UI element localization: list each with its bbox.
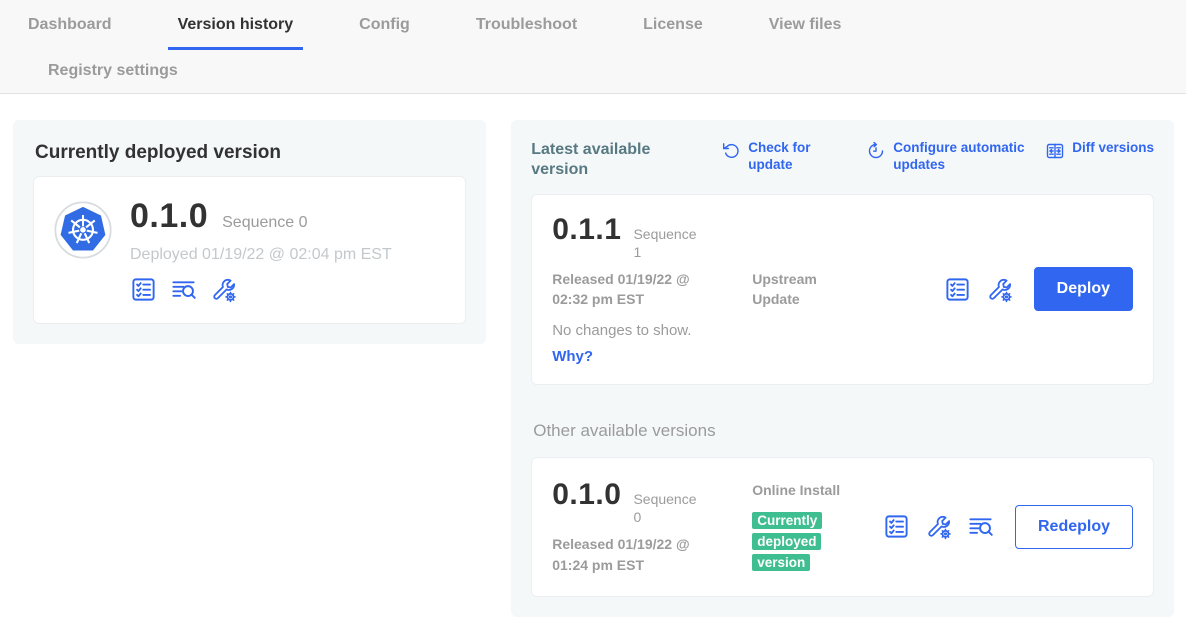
latest-version-number: 0.1.1 bbox=[552, 213, 621, 247]
diff-versions-link[interactable]: Diff versions bbox=[1045, 140, 1154, 161]
tab-view-files[interactable]: View files bbox=[759, 16, 852, 50]
why-link[interactable]: Why? bbox=[552, 348, 593, 365]
currently-deployed-badge: Currently deployed version bbox=[752, 512, 822, 571]
latest-version-info: 0.1.1 Sequence 1 Released 01/19/22 @ 02:… bbox=[552, 213, 752, 366]
latest-released-timestamp: Released 01/19/22 @ 02:32 pm EST bbox=[552, 269, 724, 310]
diff-columns-icon bbox=[1045, 141, 1065, 161]
view-files-search-icon[interactable] bbox=[170, 276, 197, 303]
edit-config-wrench-icon[interactable] bbox=[925, 513, 952, 540]
preflight-checklist-icon[interactable] bbox=[883, 513, 910, 540]
deployed-timestamp: Deployed 01/19/22 @ 02:04 pm EST bbox=[130, 246, 392, 264]
content-area: Currently deployed version 0.1.0 Sequenc… bbox=[0, 94, 1186, 617]
latest-sequence-label: Sequence 1 bbox=[633, 226, 705, 261]
nav-row-2: Registry settings bbox=[18, 50, 1186, 93]
currently-deployed-badge-wrap: Currently deployed version bbox=[752, 510, 834, 573]
other-released-timestamp: Released 01/19/22 @ 01:24 pm EST bbox=[552, 534, 724, 575]
refresh-icon bbox=[721, 141, 741, 161]
other-version-number: 0.1.0 bbox=[552, 478, 621, 512]
tab-config[interactable]: Config bbox=[349, 16, 420, 50]
current-version-number: 0.1.0 bbox=[130, 197, 208, 236]
deploy-button[interactable]: Deploy bbox=[1034, 267, 1133, 311]
kubernetes-app-icon bbox=[54, 201, 112, 259]
latest-available-panel: Latest available version Check for updat… bbox=[511, 120, 1174, 617]
currently-deployed-panel: Currently deployed version 0.1.0 Sequenc… bbox=[13, 120, 486, 344]
currently-deployed-title: Currently deployed version bbox=[33, 140, 466, 164]
current-version-card: 0.1.0 Sequence 0 Deployed 01/19/22 @ 02:… bbox=[33, 176, 466, 324]
other-card-actions: Redeploy bbox=[883, 505, 1133, 549]
nav-row-1: Dashboard Version history Config Trouble… bbox=[18, 16, 1186, 50]
check-for-update-label: Check for update bbox=[748, 140, 826, 174]
preflight-checklist-icon[interactable] bbox=[944, 276, 971, 303]
latest-available-header: Latest available version Check for updat… bbox=[531, 140, 1154, 180]
scheduled-refresh-icon bbox=[866, 141, 886, 161]
other-version-info: 0.1.0 Sequence 0 Released 01/19/22 @ 01:… bbox=[552, 478, 752, 575]
no-changes-note: No changes to show. bbox=[552, 322, 752, 339]
other-available-versions-title: Other available versions bbox=[533, 421, 1154, 441]
other-source-label: Online Install bbox=[752, 482, 840, 498]
diff-versions-label: Diff versions bbox=[1072, 140, 1154, 157]
other-version-card: 0.1.0 Sequence 0 Released 01/19/22 @ 01:… bbox=[531, 457, 1154, 597]
configure-automatic-updates-link[interactable]: Configure automatic updates bbox=[866, 140, 1045, 174]
view-files-search-icon[interactable] bbox=[967, 513, 994, 540]
latest-version-card: 0.1.1 Sequence 1 Released 01/19/22 @ 02:… bbox=[531, 194, 1154, 385]
check-for-update-link[interactable]: Check for update bbox=[721, 140, 826, 174]
redeploy-button[interactable]: Redeploy bbox=[1015, 505, 1133, 549]
current-version-info: 0.1.0 Sequence 0 Deployed 01/19/22 @ 02:… bbox=[130, 197, 392, 303]
configure-automatic-updates-label: Configure automatic updates bbox=[893, 140, 1045, 174]
tab-troubleshoot[interactable]: Troubleshoot bbox=[466, 16, 587, 50]
other-source-column: Online Install Currently deployed versio… bbox=[752, 480, 847, 573]
current-sequence-label: Sequence 0 bbox=[222, 214, 307, 232]
latest-card-actions: Deploy bbox=[944, 267, 1133, 311]
latest-source-label: Upstream Update bbox=[752, 269, 847, 310]
top-nav: Dashboard Version history Config Trouble… bbox=[0, 0, 1186, 94]
tab-version-history[interactable]: Version history bbox=[168, 16, 304, 50]
latest-available-title: Latest available version bbox=[531, 140, 681, 180]
edit-config-wrench-icon[interactable] bbox=[986, 276, 1013, 303]
other-sequence-label: Sequence 0 bbox=[633, 491, 705, 526]
edit-config-wrench-icon[interactable] bbox=[210, 276, 237, 303]
tab-registry-settings[interactable]: Registry settings bbox=[38, 62, 188, 93]
tab-dashboard[interactable]: Dashboard bbox=[18, 16, 122, 50]
tab-license[interactable]: License bbox=[633, 16, 713, 50]
preflight-checklist-icon[interactable] bbox=[130, 276, 157, 303]
